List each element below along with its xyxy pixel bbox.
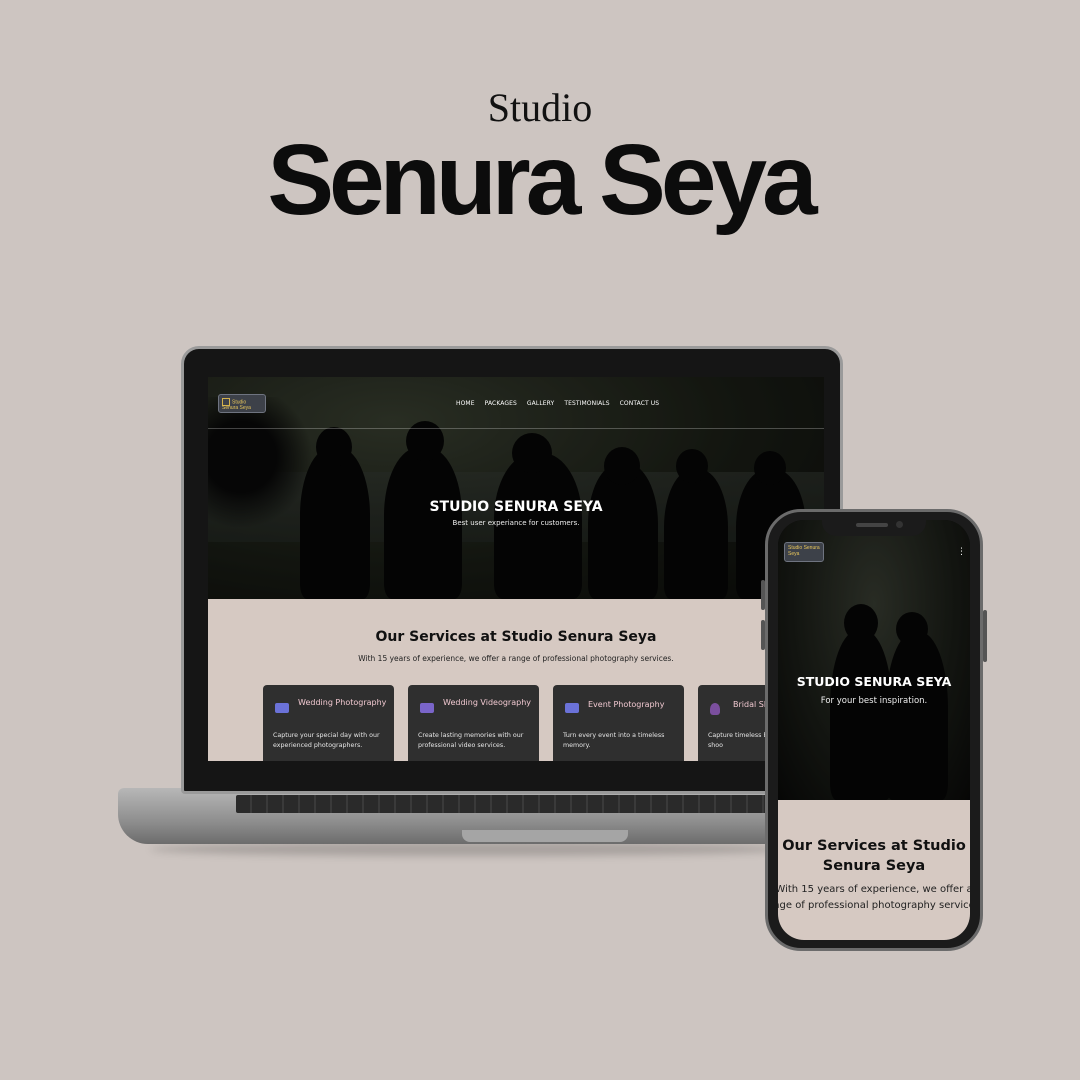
service-card-event-photography[interactable]: Event Photography Turn every event into …	[553, 685, 684, 761]
phone-site-logo[interactable]: Studio Senura Seya	[784, 542, 824, 562]
phone-logo-text: Studio Senura Seya	[788, 545, 820, 557]
service-card-title: Event Photography	[588, 700, 665, 709]
camera-icon	[565, 703, 579, 713]
phone-speaker	[856, 523, 888, 527]
phone-hero-overlay	[778, 520, 970, 800]
phone-hero-title: STUDIO SENURA SEYA	[796, 674, 952, 689]
nav-packages[interactable]: PACKAGES	[485, 400, 517, 407]
phone-services-sub-line1: With 15 years of experience, we offer a	[778, 884, 970, 895]
laptop-trackpad-notch	[462, 830, 628, 842]
nav-gallery[interactable]: GALLERY	[527, 400, 554, 407]
phone-side-button	[983, 610, 987, 662]
nav-testimonials[interactable]: TESTIMONIALS	[564, 400, 609, 407]
nav-home[interactable]: HOME	[456, 400, 475, 407]
headline-brand: Senura Seya	[267, 124, 817, 236]
phone-hero-subtitle: For your best inspiration.	[820, 696, 928, 706]
site-navbar: Studio Senura Seya HOME PACKAGES GALLERY…	[208, 377, 824, 429]
service-card-wedding-photography[interactable]: Wedding Photography Capture your special…	[263, 685, 394, 761]
phone-services-title: Our Services at Studio Senura Seya	[778, 836, 970, 877]
service-card-title: Wedding Photography	[298, 698, 387, 707]
service-card-wedding-videography[interactable]: Wedding Videography Create lasting memor…	[408, 685, 539, 761]
nav-contact-us[interactable]: CONTACT US	[620, 400, 660, 407]
hero-subtitle: Best user experiance for customers.	[452, 519, 580, 527]
phone-services-title-line2: Senura Seya	[822, 858, 926, 875]
more-vertical-icon[interactable]: ⋮	[957, 546, 966, 557]
phone-services-subtitle: With 15 years of experience, we offer a …	[778, 882, 970, 913]
hero-title: STUDIO SENURA SEYA	[429, 499, 603, 515]
phone-services-sub-line2: nge of professional photography service	[778, 899, 970, 911]
laptop-shadow	[150, 842, 790, 856]
hero-section: Studio Senura Seya HOME PACKAGES GALLERY…	[208, 377, 824, 599]
service-card-title: Wedding Videography	[443, 698, 531, 707]
phone-hero-section: Studio Senura Seya ⋮ STUDIO SENURA SEYA …	[778, 520, 970, 800]
video-camera-icon	[420, 703, 434, 713]
nav-links: HOME PACKAGES GALLERY TESTIMONIALS CONTA…	[456, 400, 659, 407]
services-subtitle: With 15 years of experience, we offer a …	[358, 654, 674, 663]
laptop-keyboard	[236, 795, 782, 813]
phone-services-section: Our Services at Studio Senura Seya With …	[778, 800, 970, 940]
laptop-screen: Studio Senura Seya HOME PACKAGES GALLERY…	[208, 377, 824, 761]
bride-icon	[710, 703, 720, 715]
camera-icon	[275, 703, 289, 713]
services-section: Our Services at Studio Senura Seya With …	[208, 599, 824, 761]
service-card-desc: Turn every event into a timeless memory.	[563, 732, 665, 749]
service-card-desc: Create lasting memories with our profess…	[418, 732, 524, 749]
phone-front-camera	[896, 521, 903, 528]
services-title: Our Services at Studio Senura Seya	[375, 629, 657, 645]
site-logo[interactable]: Studio Senura Seya	[218, 394, 266, 413]
phone-screen: Studio Senura Seya ⋮ STUDIO SENURA SEYA …	[778, 520, 970, 940]
service-card-desc: Capture your special day with our experi…	[273, 732, 380, 749]
phone-services-title-line1: Our Services at Studio	[782, 838, 966, 854]
